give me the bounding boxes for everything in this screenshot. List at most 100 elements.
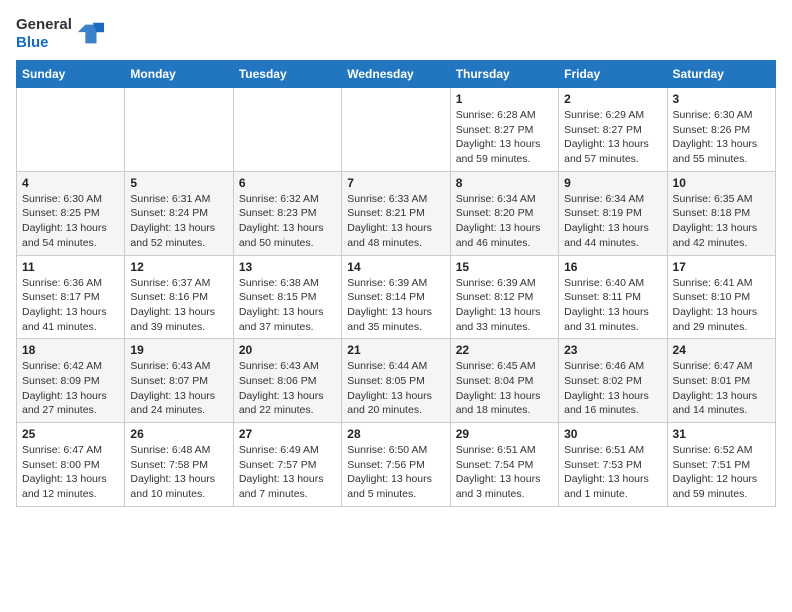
day-info: Sunrise: 6:46 AM Sunset: 8:02 PM Dayligh…: [564, 359, 661, 418]
day-info: Sunrise: 6:34 AM Sunset: 8:19 PM Dayligh…: [564, 192, 661, 251]
logo-bird-icon: [76, 20, 104, 48]
day-info: Sunrise: 6:42 AM Sunset: 8:09 PM Dayligh…: [22, 359, 119, 418]
day-number: 13: [239, 260, 336, 274]
day-number: 10: [673, 176, 770, 190]
day-number: 27: [239, 427, 336, 441]
day-info: Sunrise: 6:44 AM Sunset: 8:05 PM Dayligh…: [347, 359, 444, 418]
calendar-week-row: 25 Sunrise: 6:47 AM Sunset: 8:00 PM Dayli…: [17, 423, 776, 507]
calendar-cell: 10 Sunrise: 6:35 AM Sunset: 8:18 PM Dayli…: [667, 171, 775, 255]
calendar-cell: 28 Sunrise: 6:50 AM Sunset: 7:56 PM Dayli…: [342, 423, 450, 507]
weekday-header-saturday: Saturday: [667, 61, 775, 88]
day-info: Sunrise: 6:52 AM Sunset: 7:51 PM Dayligh…: [673, 443, 770, 502]
day-number: 21: [347, 343, 444, 357]
weekday-header-thursday: Thursday: [450, 61, 558, 88]
day-number: 29: [456, 427, 553, 441]
calendar-cell: 7 Sunrise: 6:33 AM Sunset: 8:21 PM Daylig…: [342, 171, 450, 255]
weekday-header-friday: Friday: [559, 61, 667, 88]
day-number: 16: [564, 260, 661, 274]
day-number: 17: [673, 260, 770, 274]
calendar-cell: 4 Sunrise: 6:30 AM Sunset: 8:25 PM Daylig…: [17, 171, 125, 255]
day-number: 14: [347, 260, 444, 274]
day-info: Sunrise: 6:34 AM Sunset: 8:20 PM Dayligh…: [456, 192, 553, 251]
calendar-cell: 26 Sunrise: 6:48 AM Sunset: 7:58 PM Dayli…: [125, 423, 233, 507]
page-header: General Blue: [16, 16, 776, 52]
day-info: Sunrise: 6:41 AM Sunset: 8:10 PM Dayligh…: [673, 276, 770, 335]
day-info: Sunrise: 6:48 AM Sunset: 7:58 PM Dayligh…: [130, 443, 227, 502]
weekday-header-sunday: Sunday: [17, 61, 125, 88]
calendar-cell: 30 Sunrise: 6:51 AM Sunset: 7:53 PM Dayli…: [559, 423, 667, 507]
day-number: 25: [22, 427, 119, 441]
day-info: Sunrise: 6:36 AM Sunset: 8:17 PM Dayligh…: [22, 276, 119, 335]
calendar-cell: [17, 88, 125, 172]
day-number: 5: [130, 176, 227, 190]
day-info: Sunrise: 6:30 AM Sunset: 8:25 PM Dayligh…: [22, 192, 119, 251]
calendar-cell: [125, 88, 233, 172]
day-number: 22: [456, 343, 553, 357]
day-number: 9: [564, 176, 661, 190]
day-info: Sunrise: 6:30 AM Sunset: 8:26 PM Dayligh…: [673, 108, 770, 167]
calendar-cell: 21 Sunrise: 6:44 AM Sunset: 8:05 PM Dayli…: [342, 339, 450, 423]
calendar-cell: 27 Sunrise: 6:49 AM Sunset: 7:57 PM Dayli…: [233, 423, 341, 507]
day-number: 3: [673, 92, 770, 106]
day-number: 11: [22, 260, 119, 274]
day-info: Sunrise: 6:49 AM Sunset: 7:57 PM Dayligh…: [239, 443, 336, 502]
day-info: Sunrise: 6:29 AM Sunset: 8:27 PM Dayligh…: [564, 108, 661, 167]
day-info: Sunrise: 6:28 AM Sunset: 8:27 PM Dayligh…: [456, 108, 553, 167]
logo-blue: Blue: [16, 34, 49, 51]
day-number: 1: [456, 92, 553, 106]
calendar-cell: 24Sunrise: 6:47 AM Sunset: 8:01 PM Dayli…: [667, 339, 775, 423]
day-number: 6: [239, 176, 336, 190]
day-number: 8: [456, 176, 553, 190]
day-info: Sunrise: 6:32 AM Sunset: 8:23 PM Dayligh…: [239, 192, 336, 251]
calendar-cell: 19Sunrise: 6:43 AM Sunset: 8:07 PM Dayli…: [125, 339, 233, 423]
calendar-cell: 22 Sunrise: 6:45 AM Sunset: 8:04 PM Dayli…: [450, 339, 558, 423]
day-number: 18: [22, 343, 119, 357]
weekday-header-row: SundayMondayTuesdayWednesdayThursdayFrid…: [17, 61, 776, 88]
calendar-cell: 16Sunrise: 6:40 AM Sunset: 8:11 PM Dayli…: [559, 255, 667, 339]
calendar-cell: 18 Sunrise: 6:42 AM Sunset: 8:09 PM Dayli…: [17, 339, 125, 423]
calendar-cell: 1 Sunrise: 6:28 AM Sunset: 8:27 PM Daylig…: [450, 88, 558, 172]
calendar-cell: 25 Sunrise: 6:47 AM Sunset: 8:00 PM Dayli…: [17, 423, 125, 507]
day-number: 30: [564, 427, 661, 441]
day-number: 24: [673, 343, 770, 357]
day-info: Sunrise: 6:35 AM Sunset: 8:18 PM Dayligh…: [673, 192, 770, 251]
day-info: Sunrise: 6:33 AM Sunset: 8:21 PM Dayligh…: [347, 192, 444, 251]
logo-text: General Blue: [16, 16, 72, 52]
day-info: Sunrise: 6:31 AM Sunset: 8:24 PM Dayligh…: [130, 192, 227, 251]
day-info: Sunrise: 6:43 AM Sunset: 8:07 PM Dayligh…: [130, 359, 227, 418]
day-info: Sunrise: 6:39 AM Sunset: 8:14 PM Dayligh…: [347, 276, 444, 335]
day-info: Sunrise: 6:50 AM Sunset: 7:56 PM Dayligh…: [347, 443, 444, 502]
calendar-cell: 31Sunrise: 6:52 AM Sunset: 7:51 PM Dayli…: [667, 423, 775, 507]
calendar-week-row: 1 Sunrise: 6:28 AM Sunset: 8:27 PM Daylig…: [17, 88, 776, 172]
calendar-table: SundayMondayTuesdayWednesdayThursdayFrid…: [16, 60, 776, 507]
day-info: Sunrise: 6:39 AM Sunset: 8:12 PM Dayligh…: [456, 276, 553, 335]
calendar-cell: 3 Sunrise: 6:30 AM Sunset: 8:26 PM Daylig…: [667, 88, 775, 172]
day-number: 4: [22, 176, 119, 190]
day-number: 15: [456, 260, 553, 274]
calendar-cell: 12Sunrise: 6:37 AM Sunset: 8:16 PM Dayli…: [125, 255, 233, 339]
calendar-cell: 2Sunrise: 6:29 AM Sunset: 8:27 PM Daylig…: [559, 88, 667, 172]
day-info: Sunrise: 6:45 AM Sunset: 8:04 PM Dayligh…: [456, 359, 553, 418]
calendar-cell: 20Sunrise: 6:43 AM Sunset: 8:06 PM Dayli…: [233, 339, 341, 423]
calendar-week-row: 18 Sunrise: 6:42 AM Sunset: 8:09 PM Dayli…: [17, 339, 776, 423]
day-number: 12: [130, 260, 227, 274]
calendar-cell: 23Sunrise: 6:46 AM Sunset: 8:02 PM Dayli…: [559, 339, 667, 423]
day-info: Sunrise: 6:47 AM Sunset: 8:00 PM Dayligh…: [22, 443, 119, 502]
calendar-cell: 15 Sunrise: 6:39 AM Sunset: 8:12 PM Dayli…: [450, 255, 558, 339]
day-info: Sunrise: 6:38 AM Sunset: 8:15 PM Dayligh…: [239, 276, 336, 335]
day-number: 28: [347, 427, 444, 441]
day-info: Sunrise: 6:51 AM Sunset: 7:54 PM Dayligh…: [456, 443, 553, 502]
calendar-cell: 17 Sunrise: 6:41 AM Sunset: 8:10 PM Dayli…: [667, 255, 775, 339]
calendar-cell: [342, 88, 450, 172]
calendar-week-row: 11 Sunrise: 6:36 AM Sunset: 8:17 PM Dayli…: [17, 255, 776, 339]
day-info: Sunrise: 6:51 AM Sunset: 7:53 PM Dayligh…: [564, 443, 661, 502]
calendar-cell: 14 Sunrise: 6:39 AM Sunset: 8:14 PM Dayli…: [342, 255, 450, 339]
calendar-week-row: 4 Sunrise: 6:30 AM Sunset: 8:25 PM Daylig…: [17, 171, 776, 255]
day-number: 26: [130, 427, 227, 441]
calendar-cell: 9 Sunrise: 6:34 AM Sunset: 8:19 PM Daylig…: [559, 171, 667, 255]
calendar-cell: 13 Sunrise: 6:38 AM Sunset: 8:15 PM Dayli…: [233, 255, 341, 339]
calendar-cell: 6 Sunrise: 6:32 AM Sunset: 8:23 PM Daylig…: [233, 171, 341, 255]
day-number: 7: [347, 176, 444, 190]
weekday-header-wednesday: Wednesday: [342, 61, 450, 88]
calendar-cell: 29 Sunrise: 6:51 AM Sunset: 7:54 PM Dayli…: [450, 423, 558, 507]
